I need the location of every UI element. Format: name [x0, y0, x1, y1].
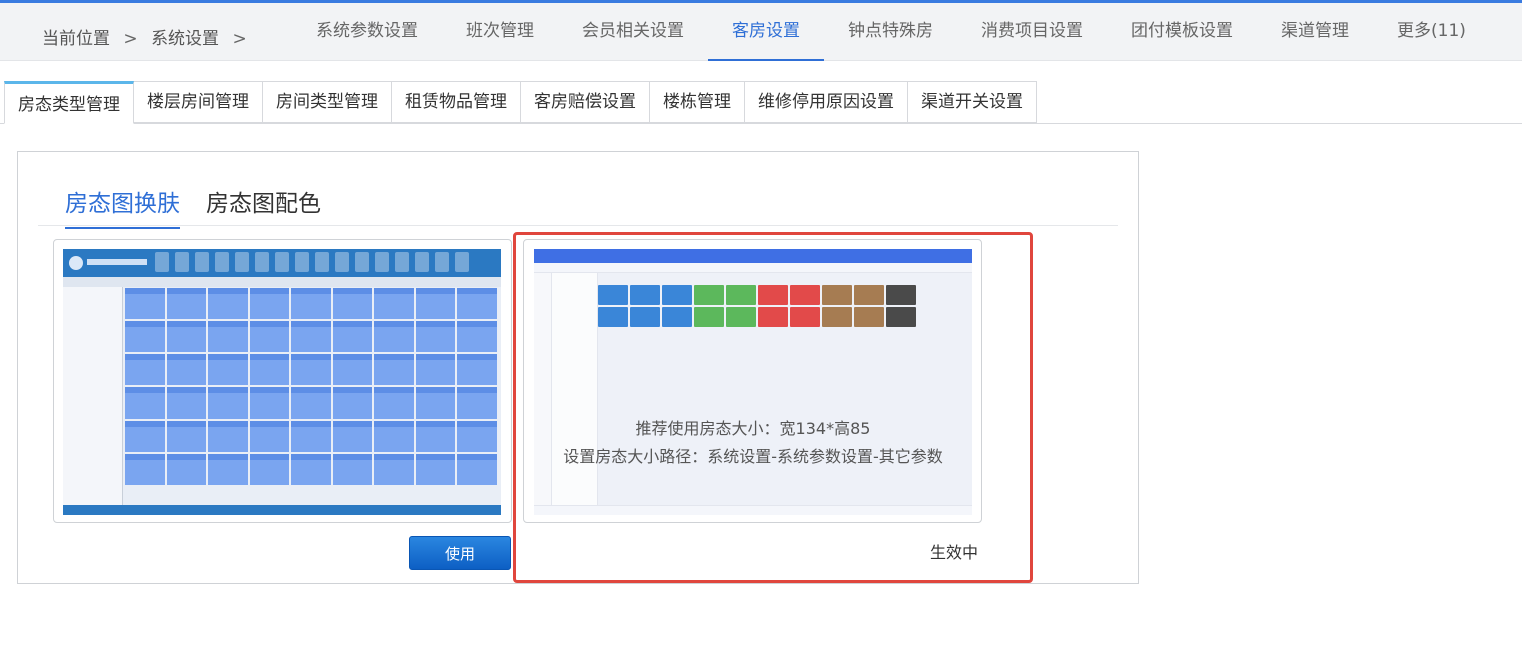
top-header: 当前位置 > 系统设置 > 系统参数设置 班次管理 会员相关设置 客房设置 钟点…: [0, 0, 1522, 61]
preview-menu-bar: [534, 263, 972, 273]
preview-logo: [69, 256, 83, 270]
skin-preview-modern: 推荐使用房态大小：宽134*高85 设置房态大小路径：系统设置-系统参数设置-其…: [534, 249, 972, 515]
inner-tabs: 房态图换肤 房态图配色: [38, 178, 1118, 229]
use-skin-button[interactable]: 使用: [409, 536, 511, 570]
subtab-floor-rooms[interactable]: 楼层房间管理: [134, 81, 263, 123]
subtab-room-compensation[interactable]: 客房赔偿设置: [521, 81, 650, 123]
skin-card-classic[interactable]: [53, 239, 512, 523]
breadcrumb-section[interactable]: 系统设置: [151, 24, 219, 49]
breadcrumb-separator: >: [232, 29, 247, 49]
preview-room-area: [598, 273, 972, 505]
active-status-label: 生效中: [930, 543, 979, 562]
room-size-path-hint: 设置房态大小路径：系统设置-系统参数设置-其它参数: [563, 447, 943, 466]
subtab-buildings[interactable]: 楼栋管理: [650, 81, 745, 123]
room-size-recommendation: 推荐使用房态大小：宽134*高85: [635, 419, 871, 438]
main-nav-tabs: 系统参数设置 班次管理 会员相关设置 客房设置 钟点特殊房 消费项目设置 团付模…: [292, 3, 1490, 61]
tab-channel-management[interactable]: 渠道管理: [1257, 3, 1373, 61]
breadcrumb: 当前位置 > 系统设置 >: [42, 24, 255, 49]
tab-member-settings[interactable]: 会员相关设置: [558, 3, 708, 61]
preview-room-grid: [598, 285, 948, 327]
preview-sidebar: [534, 273, 552, 505]
tab-hourly-rooms[interactable]: 钟点特殊房: [824, 3, 957, 61]
preview-room-grid: [125, 288, 497, 485]
breadcrumb-label: 当前位置: [42, 29, 110, 49]
subtab-maintenance-reasons[interactable]: 维修停用原因设置: [745, 81, 908, 123]
tab-consumption-items[interactable]: 消费项目设置: [957, 3, 1107, 61]
preview-status-bar: [534, 505, 972, 515]
tab-more[interactable]: 更多(11): [1373, 3, 1490, 61]
tab-group-templates[interactable]: 团付模板设置: [1107, 3, 1257, 61]
preview-toolbar-icons: [155, 252, 469, 272]
tab-skin[interactable]: 房态图换肤: [65, 184, 180, 229]
subtab-room-status-types[interactable]: 房态类型管理: [4, 81, 134, 124]
tab-shift-management[interactable]: 班次管理: [442, 3, 558, 61]
preview-sidebar: [63, 287, 123, 505]
subtab-room-types[interactable]: 房间类型管理: [263, 81, 392, 123]
tab-color-scheme[interactable]: 房态图配色: [206, 184, 321, 227]
tab-system-params[interactable]: 系统参数设置: [292, 3, 442, 61]
content-panel: 房态图换肤 房态图配色 使用 推荐使用房态大小：宽134*高85 设置房态大小路…: [17, 151, 1139, 584]
preview-status-bar: [63, 505, 501, 515]
preview-menu-bar: [63, 277, 501, 287]
preview-header-bar: [534, 249, 972, 263]
preview-header-bar: [63, 249, 501, 277]
sub-tabs: 房态类型管理 楼层房间管理 房间类型管理 租赁物品管理 客房赔偿设置 楼栋管理 …: [4, 81, 1037, 124]
preview-title: [87, 259, 147, 265]
subtab-channel-switch[interactable]: 渠道开关设置: [908, 81, 1037, 123]
skin-card-modern[interactable]: 推荐使用房态大小：宽134*高85 设置房态大小路径：系统设置-系统参数设置-其…: [523, 239, 982, 523]
preview-room-list: [552, 273, 598, 505]
subtab-rental-items[interactable]: 租赁物品管理: [392, 81, 521, 123]
breadcrumb-separator: >: [123, 29, 138, 49]
skin-preview-classic: [63, 249, 501, 515]
tab-room-settings[interactable]: 客房设置: [708, 3, 824, 61]
